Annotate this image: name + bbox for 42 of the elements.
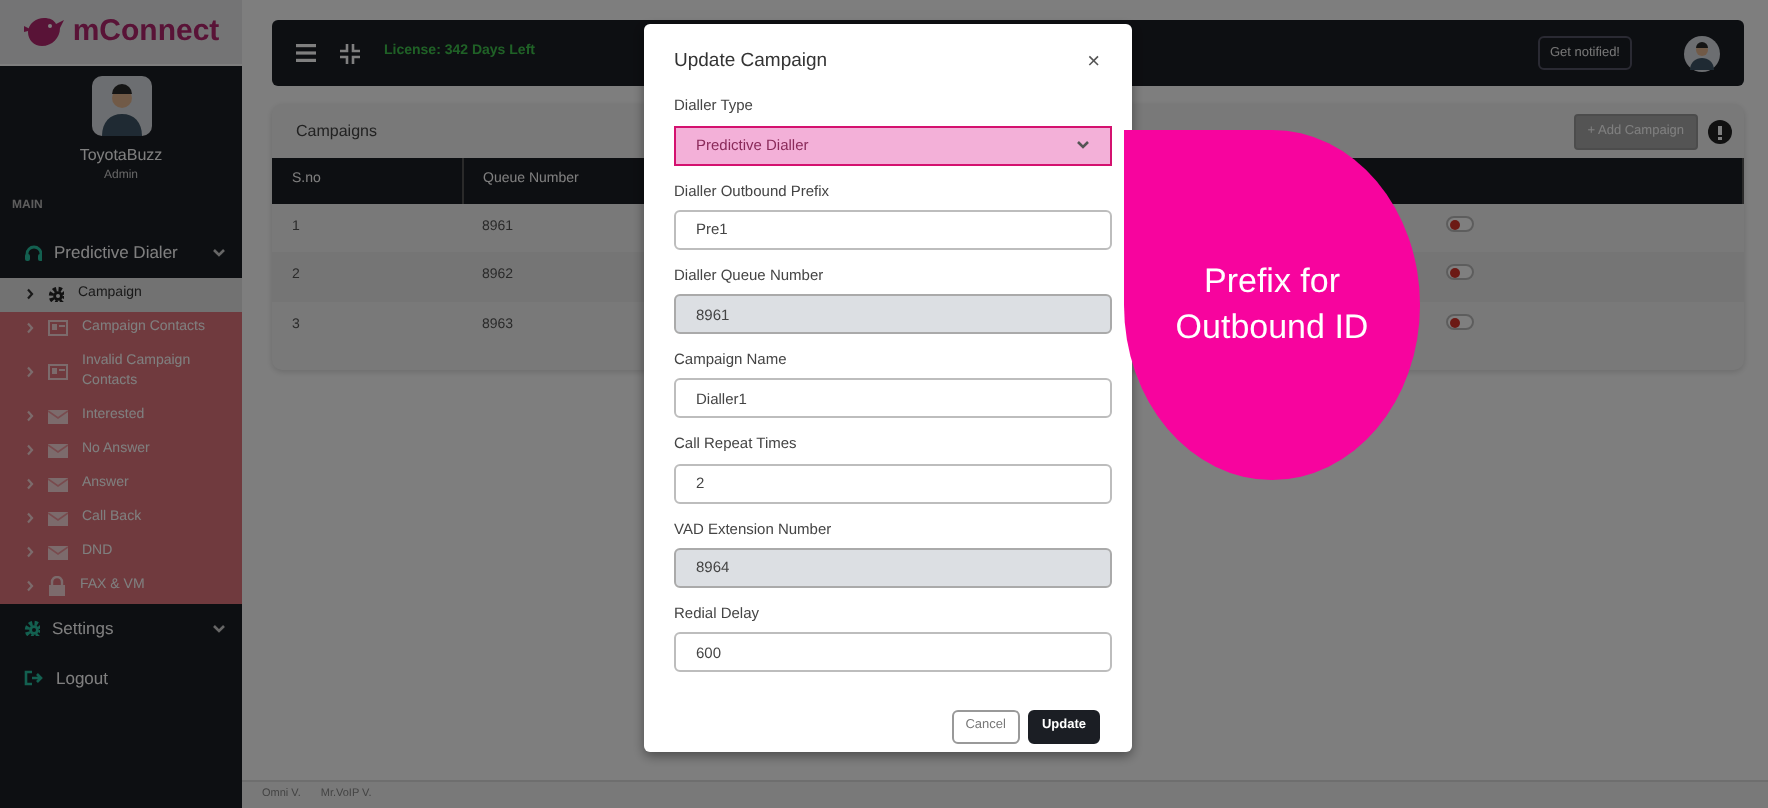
envelope-icon xyxy=(48,443,68,458)
chevron-right-icon xyxy=(26,444,34,457)
chevron-right-icon xyxy=(26,580,34,593)
toggle-switch[interactable] xyxy=(1446,264,1474,280)
chevron-right-icon xyxy=(26,512,34,525)
lock-icon xyxy=(48,576,66,597)
menu-item[interactable]: Settings xyxy=(0,603,242,653)
toggle-switch[interactable] xyxy=(1446,215,1474,231)
id-card-icon xyxy=(48,320,68,337)
headset-icon xyxy=(24,243,42,262)
envelope-icon xyxy=(48,409,68,424)
dialog-title: Update Campaign xyxy=(674,48,828,76)
chevron-right-icon xyxy=(26,546,34,559)
chevron-right-icon xyxy=(26,322,34,335)
info-icon[interactable] xyxy=(1708,120,1732,144)
chevron-right-icon xyxy=(26,410,34,423)
id-card-icon xyxy=(48,364,68,381)
chevron-right-icon xyxy=(26,478,34,491)
menu-item[interactable]: Logout xyxy=(0,653,242,703)
envelope-icon xyxy=(48,477,68,492)
compress-icon[interactable] xyxy=(340,43,360,63)
chevron-down-icon xyxy=(212,623,226,634)
menu-icon[interactable] xyxy=(296,44,316,62)
user-avatar[interactable] xyxy=(1684,35,1720,71)
menu-item[interactable]: Predictive Dialer xyxy=(0,228,242,278)
close-button[interactable]: × xyxy=(1075,51,1112,74)
user-avatar xyxy=(91,76,151,136)
gear-icon xyxy=(48,286,64,303)
callout-text: Prefix for Outbound ID xyxy=(1175,260,1369,349)
toggle-switch[interactable] xyxy=(1446,313,1474,329)
card-title: Campaigns xyxy=(296,120,377,144)
gear-icon xyxy=(24,620,40,637)
user-name: ToyotaBuzz xyxy=(79,144,163,168)
chevron-down-icon xyxy=(212,247,226,258)
envelope-icon xyxy=(48,511,68,526)
logo-text: mConnect xyxy=(72,11,220,52)
chevron-right-icon xyxy=(26,366,34,379)
caret-icon xyxy=(1076,140,1090,150)
envelope-icon xyxy=(48,545,68,560)
chevron-right-icon xyxy=(26,288,34,301)
logout-icon xyxy=(24,669,44,686)
bird-logo-icon xyxy=(22,14,67,50)
